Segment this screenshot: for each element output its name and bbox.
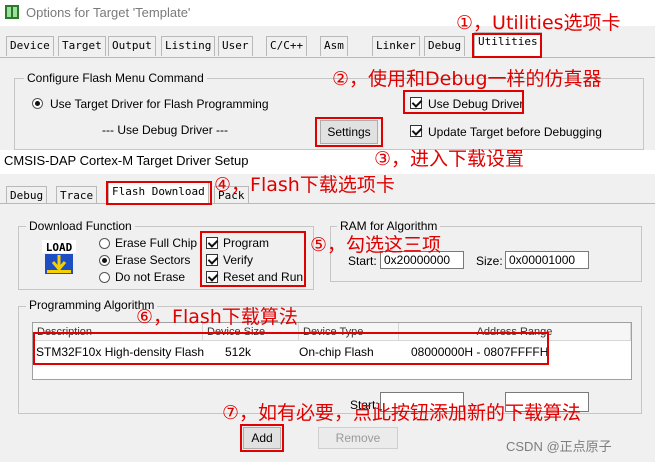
tab-linker[interactable]: Linker: [372, 36, 420, 56]
update-target-label: Update Target before Debugging: [428, 125, 602, 139]
row-type: On-chip Flash: [299, 345, 374, 359]
annotation-6: ⑥，Flash下载算法: [136, 306, 298, 328]
update-target-checkbox[interactable]: [410, 125, 422, 137]
annotation-5: ⑤，勾选这三项: [310, 234, 442, 256]
erase-sectors-radio[interactable]: [99, 255, 110, 266]
erase-full-chip-radio[interactable]: [99, 238, 110, 249]
tab-asm[interactable]: Asm: [320, 36, 348, 56]
verify-label: Verify: [223, 253, 254, 267]
options-window-title: Options for Target 'Template': [26, 5, 191, 20]
verify-checkbox[interactable]: [206, 254, 218, 266]
download-function-title: Download Function: [26, 219, 135, 233]
tab-user[interactable]: User: [218, 36, 253, 56]
flash-menu-group-title: Configure Flash Menu Command: [24, 71, 207, 85]
use-target-driver-label: Use Target Driver for Flash Programming: [50, 97, 269, 111]
tab-setup-trace[interactable]: Trace: [56, 186, 98, 204]
options-tab-strip: Device Target Output Listing User C/C++ …: [0, 32, 655, 58]
table-row[interactable]: STM32F10x High-density Flash 512k On-chi…: [33, 341, 631, 363]
erase-full-chip-label: Erase Full Chip: [115, 236, 198, 250]
reset-and-run-checkbox[interactable]: [206, 271, 218, 283]
tab-divider: [0, 57, 655, 58]
tab-setup-debug[interactable]: Debug: [6, 186, 48, 204]
program-label: Program: [223, 236, 270, 250]
remove-button[interactable]: Remove: [318, 427, 398, 449]
erase-sectors-label: Erase Sectors: [115, 253, 191, 267]
row-description: STM32F10x High-density Flash: [36, 345, 205, 359]
ram-size-input[interactable]: 0x00001000: [505, 251, 589, 269]
annotation-2: ②，使用和Debug一样的仿真器: [332, 68, 602, 90]
tab-debug[interactable]: Debug: [424, 36, 466, 56]
tab-utilities[interactable]: Utilities: [474, 32, 542, 56]
annotation-3: ③，进入下载设置: [374, 148, 525, 170]
program-checkbox[interactable]: [206, 237, 218, 249]
annotation-1: ①，Utilities选项卡: [456, 12, 621, 34]
tab-target[interactable]: Target: [58, 36, 106, 56]
add-button[interactable]: Add: [243, 427, 281, 449]
setup-tab-divider: [0, 203, 655, 204]
col-device-type[interactable]: Device Type: [299, 323, 399, 341]
col-address-range[interactable]: Address Range: [399, 323, 631, 341]
row-size: 512k: [225, 345, 252, 359]
debug-driver-dropdown[interactable]: --- Use Debug Driver ---: [102, 123, 228, 137]
load-icon: LOAD: [42, 240, 76, 274]
keil-app-icon: [5, 5, 19, 19]
setup-dialog-title: CMSIS-DAP Cortex-M Target Driver Setup: [4, 153, 249, 168]
tab-c-cpp[interactable]: C/C++: [266, 36, 308, 56]
csdn-watermark: CSDN @正点原子: [506, 439, 612, 454]
tab-device[interactable]: Device: [6, 36, 54, 56]
reset-and-run-label: Reset and Run: [223, 270, 304, 284]
use-target-driver-radio[interactable]: [32, 98, 43, 109]
settings-button[interactable]: Settings: [320, 120, 378, 144]
do-not-erase-radio[interactable]: [99, 272, 110, 283]
ram-size-label: Size:: [476, 254, 503, 268]
annotation-4: ④，Flash下载选项卡: [214, 174, 395, 196]
algorithm-table: Description Device Size Device Type Addr…: [32, 322, 632, 380]
use-debug-driver-label: Use Debug Driver: [428, 97, 524, 111]
use-debug-driver-checkbox[interactable]: [410, 97, 422, 109]
do-not-erase-label: Do not Erase: [115, 270, 186, 284]
load-icon-text: LOAD: [46, 241, 73, 254]
row-range: 08000000H - 0807FFFFH: [411, 345, 549, 359]
tab-flash-download[interactable]: Flash Download: [108, 182, 209, 204]
tab-listing[interactable]: Listing: [161, 36, 216, 56]
tab-output[interactable]: Output: [108, 36, 156, 56]
annotation-7: ⑦，如有必要，点此按钮添加新的下载算法: [222, 402, 582, 424]
